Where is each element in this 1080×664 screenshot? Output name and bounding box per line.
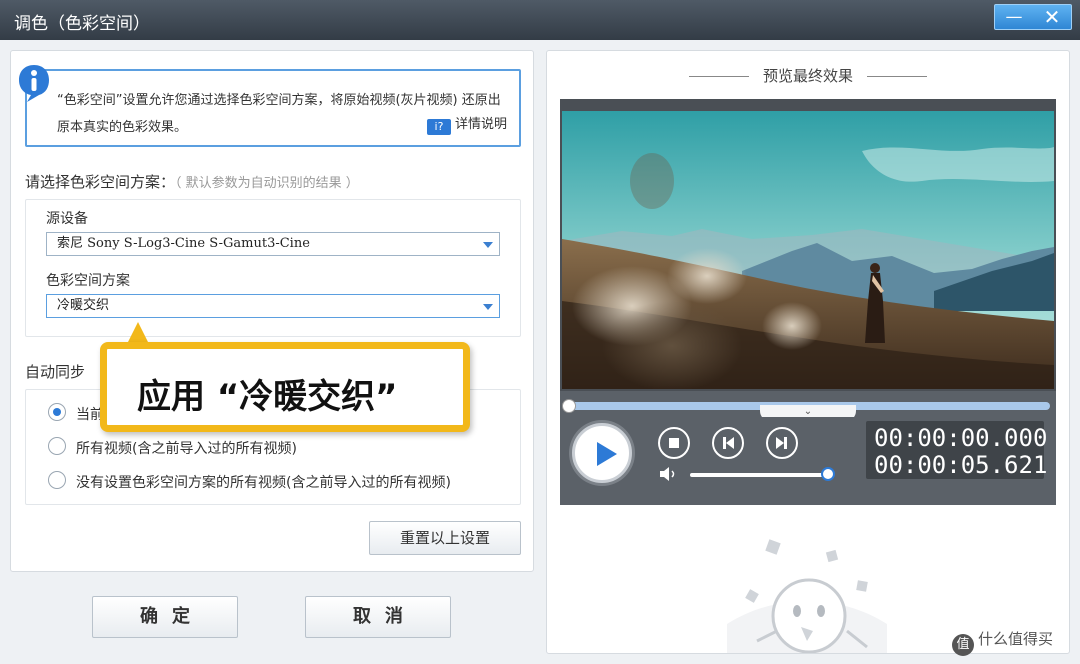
- colorspace-group: 源设备 索尼 Sony S-Log3-Cine S-Gamut3-Cine 色彩…: [25, 199, 521, 337]
- callout-text: 应用 “冷暖交织”: [137, 377, 398, 417]
- colorspace-heading: 请选择色彩空间方案：（ 默认参数为自动识别的结果 ）: [25, 171, 359, 192]
- step-forward-icon: [776, 437, 787, 449]
- preview-panel: 预览最终效果 ⌄ 00:00:00.000 00:00:05.621: [546, 50, 1070, 654]
- chevron-down-icon: [483, 242, 493, 248]
- settings-panel: “色彩空间”设置允许您通过选择色彩空间方案，将原始视频(灰片视频) 还原出原本真…: [10, 50, 534, 572]
- player-controls: 00:00:00.000 00:00:05.621: [560, 417, 1056, 505]
- watermark: 值什么值得买: [952, 628, 1053, 656]
- info-icon: [19, 65, 49, 102]
- step-back-icon: [723, 437, 734, 449]
- details-link-label: 详情说明: [454, 117, 507, 132]
- mascot-illustration: [727, 539, 887, 653]
- chevron-down-icon: [483, 304, 493, 310]
- callout-box: 应用 “冷暖交织”: [100, 342, 470, 432]
- radio-button[interactable]: [48, 437, 66, 455]
- next-frame-button[interactable]: [766, 427, 798, 459]
- volume-icon[interactable]: [658, 465, 680, 483]
- watermark-text: 什么值得买: [978, 630, 1054, 648]
- reset-button[interactable]: 重置以上设置: [369, 521, 521, 555]
- play-icon: [597, 442, 617, 466]
- total-time: 00:00:05.621: [874, 451, 1048, 479]
- volume-handle[interactable]: [821, 467, 835, 481]
- callout-pointer: [128, 322, 148, 342]
- details-link[interactable]: i? 详情说明: [426, 113, 507, 135]
- scheme-value: 冷暖交织: [57, 298, 110, 313]
- current-time: 00:00:00.000: [874, 424, 1048, 452]
- sync-option-label: 没有设置色彩空间方案的所有视频(含之前导入过的所有视频): [76, 475, 451, 491]
- divider: [867, 76, 927, 77]
- divider: [688, 76, 749, 77]
- help-icon: i?: [426, 119, 451, 135]
- radio-button[interactable]: [48, 403, 66, 421]
- window-title: 调色（色彩空间）: [14, 14, 150, 34]
- play-button[interactable]: [572, 423, 632, 483]
- volume-slider[interactable]: [690, 473, 828, 477]
- time-display: 00:00:00.000 00:00:05.621: [866, 421, 1048, 479]
- source-device-select[interactable]: 索尼 Sony S-Log3-Cine S-Gamut3-Cine: [46, 232, 500, 256]
- previous-frame-button[interactable]: [712, 427, 744, 459]
- video-frame: [562, 111, 1054, 389]
- preview-image: [562, 111, 1054, 389]
- scheme-select[interactable]: 冷暖交织: [46, 294, 500, 318]
- sync-heading: 自动同步: [25, 363, 86, 381]
- sync-option-label: 所有视频(含之前导入过的所有视频): [76, 441, 297, 457]
- watermark-logo-icon: 值: [952, 634, 974, 656]
- close-button[interactable]: ✕: [1033, 5, 1071, 29]
- video-preview[interactable]: [560, 99, 1056, 391]
- ok-button[interactable]: 确定: [92, 596, 238, 638]
- source-device-label: 源设备: [46, 211, 88, 227]
- progress-bar[interactable]: ⌄: [560, 391, 1056, 421]
- title-bar: 调色（色彩空间） — ✕: [0, 0, 1080, 40]
- chevron-down-icon: ⌄: [803, 406, 813, 417]
- progress-handle[interactable]: [562, 399, 576, 413]
- colorspace-heading-text: 请选择色彩空间方案：: [25, 173, 176, 191]
- radio-button[interactable]: [48, 471, 66, 489]
- preview-title-text: 预览最终效果: [762, 67, 853, 85]
- stop-button[interactable]: [658, 427, 690, 459]
- scheme-label: 色彩空间方案: [46, 273, 130, 289]
- minimize-button[interactable]: —: [995, 5, 1033, 29]
- info-box: “色彩空间”设置允许您通过选择色彩空间方案，将原始视频(灰片视频) 还原出原本真…: [19, 65, 521, 147]
- source-device-value: 索尼 Sony S-Log3-Cine S-Gamut3-Cine: [57, 236, 310, 251]
- stop-icon: [669, 438, 679, 448]
- cancel-button[interactable]: 取消: [305, 596, 451, 638]
- preview-title: 预览最终效果: [547, 65, 1069, 86]
- colorspace-hint: （ 默认参数为自动识别的结果 ）: [175, 176, 359, 191]
- window-buttons: — ✕: [994, 4, 1072, 30]
